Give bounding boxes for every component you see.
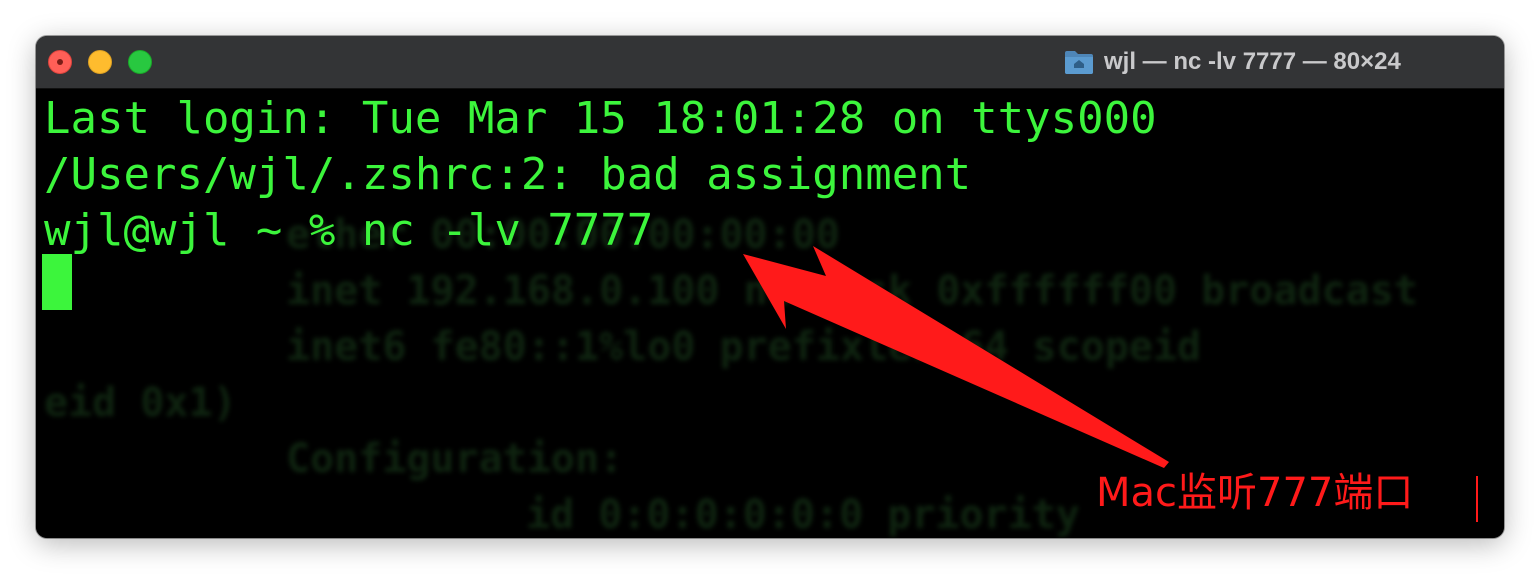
text-caret: [1476, 476, 1478, 522]
red-arrow-icon: [743, 246, 1169, 468]
terminal-window: wjl — nc -lv 7777 — 80×24 ether 00:00:00…: [36, 36, 1504, 538]
annotation-label: Mac监听777端口: [1096, 470, 1414, 516]
